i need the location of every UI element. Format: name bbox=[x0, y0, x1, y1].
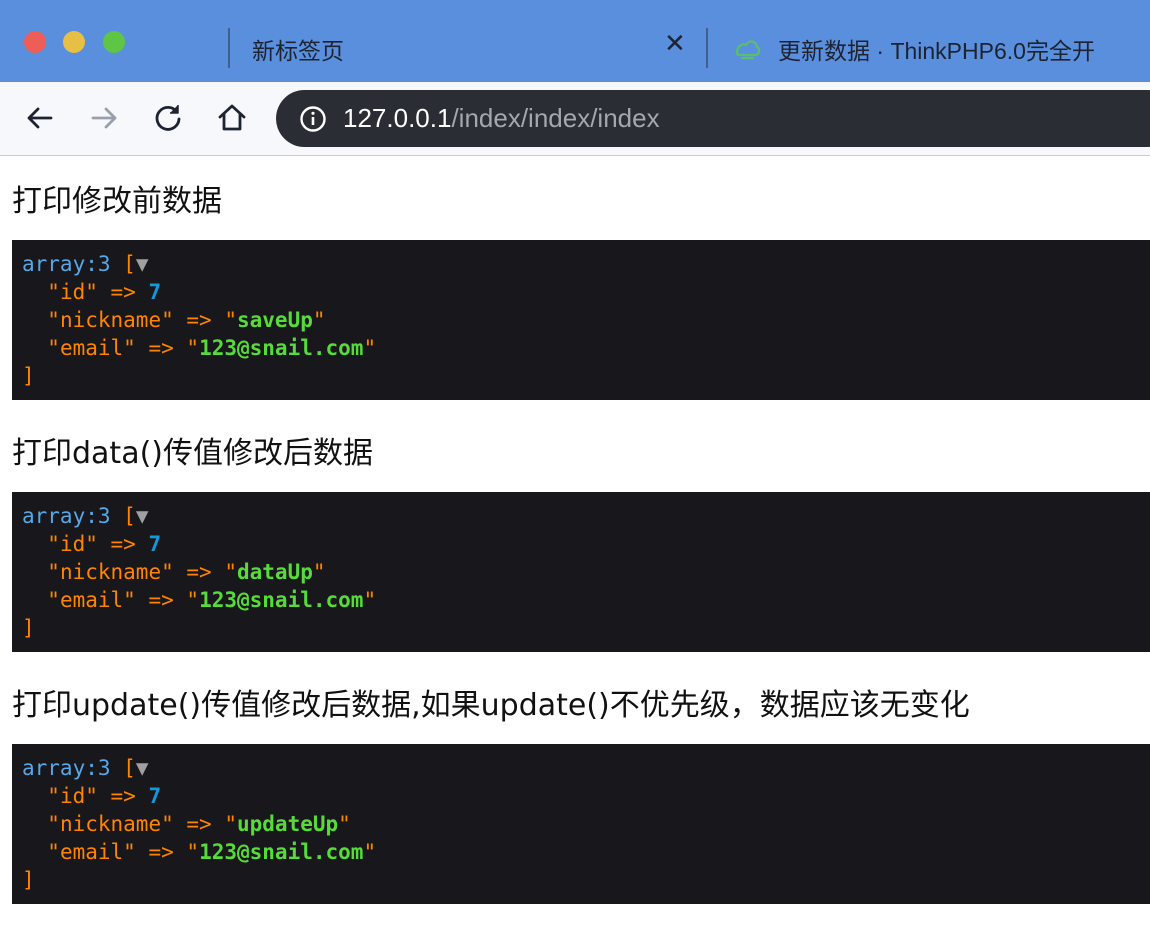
dump-value: 123@snail.com bbox=[199, 336, 364, 360]
tab-favicon bbox=[733, 35, 761, 66]
var-dump-block: array:3 [▼ "id" => 7 "nickname" => "save… bbox=[12, 240, 1150, 400]
dump-value: 7 bbox=[148, 280, 162, 304]
window-close-button[interactable] bbox=[24, 31, 46, 53]
dump-key: "id" bbox=[47, 532, 98, 556]
url-text: 127.0.0.1/index/index/index bbox=[343, 103, 660, 134]
dump-quote: " bbox=[186, 336, 200, 360]
url-host: 127.0.0.1 bbox=[343, 103, 452, 133]
home-icon bbox=[214, 100, 250, 136]
dump-quote: " bbox=[363, 588, 377, 612]
dump-key: "id" bbox=[47, 784, 98, 808]
dump-quote: " bbox=[312, 308, 326, 332]
forward-arrow-icon bbox=[86, 100, 122, 136]
dump-value: 123@snail.com bbox=[199, 588, 364, 612]
url-path: /index/index/index bbox=[451, 103, 660, 133]
tab-separator bbox=[228, 28, 230, 68]
address-bar[interactable]: 127.0.0.1/index/index/index bbox=[276, 90, 1150, 147]
tab-strip: 新标签页 ✕ 更新数据 · ThinkPHP6.0完全开 bbox=[0, 0, 1150, 82]
dump-quote: " bbox=[312, 560, 326, 584]
dump-arrow: => bbox=[148, 336, 174, 360]
dump-key: "email" bbox=[47, 588, 136, 612]
dump-type: array:3 bbox=[22, 252, 111, 276]
dump-arrow: => bbox=[186, 812, 212, 836]
dump-arrow: => bbox=[110, 280, 136, 304]
dump-toggle-icon[interactable]: ▼ bbox=[136, 756, 149, 780]
dump-key: "email" bbox=[47, 840, 136, 864]
dump-arrow: => bbox=[186, 560, 212, 584]
dump-quote: " bbox=[363, 336, 377, 360]
dump-quote: " bbox=[338, 812, 351, 836]
dump-value: 7 bbox=[148, 532, 162, 556]
dump-toggle-icon[interactable]: ▼ bbox=[136, 252, 149, 276]
tab-separator bbox=[706, 28, 708, 68]
dump-quote: " bbox=[224, 308, 237, 332]
reload-icon bbox=[150, 100, 186, 136]
dump-value: updateUp bbox=[237, 812, 339, 836]
section-heading: 打印data()传值修改后数据 bbox=[12, 436, 373, 471]
dump-arrow: => bbox=[148, 840, 174, 864]
back-button[interactable] bbox=[22, 100, 58, 136]
dump-type: array:3 bbox=[22, 504, 111, 528]
tab-close-icon[interactable]: ✕ bbox=[664, 30, 686, 56]
dump-value: 123@snail.com bbox=[199, 840, 364, 864]
section-heading: 打印修改前数据 bbox=[12, 184, 222, 219]
var-dump-block: array:3 [▼ "id" => 7 "nickname" => "upda… bbox=[12, 744, 1150, 904]
dump-quote: " bbox=[224, 812, 237, 836]
back-arrow-icon bbox=[22, 100, 58, 136]
dump-arrow: => bbox=[186, 308, 212, 332]
forward-button[interactable] bbox=[86, 100, 122, 136]
dump-value: 7 bbox=[148, 784, 162, 808]
tab-new-tab-title[interactable]: 新标签页 bbox=[252, 32, 344, 66]
window-minimize-button[interactable] bbox=[63, 31, 85, 53]
dump-close-bracket: ] bbox=[22, 868, 35, 892]
tab-update-data-title[interactable]: 更新数据 · ThinkPHP6.0完全开 bbox=[778, 32, 1095, 66]
window-zoom-button[interactable] bbox=[103, 31, 125, 53]
reload-button[interactable] bbox=[150, 100, 186, 136]
dump-value: dataUp bbox=[237, 560, 313, 584]
section-heading: 打印update()传值修改后数据,如果update()不优先级，数据应该无变化 bbox=[12, 688, 970, 723]
home-button[interactable] bbox=[214, 100, 250, 136]
dump-open-bracket: [ bbox=[123, 252, 136, 276]
dump-arrow: => bbox=[110, 784, 136, 808]
dump-close-bracket: ] bbox=[22, 364, 35, 388]
dump-key: "email" bbox=[47, 336, 136, 360]
dump-quote: " bbox=[186, 840, 200, 864]
dump-toggle-icon[interactable]: ▼ bbox=[136, 504, 149, 528]
dump-value: saveUp bbox=[237, 308, 313, 332]
dump-key: "nickname" bbox=[47, 308, 174, 332]
dump-key: "id" bbox=[47, 280, 98, 304]
dump-open-bracket: [ bbox=[123, 756, 136, 780]
dump-close-bracket: ] bbox=[22, 616, 35, 640]
info-icon[interactable] bbox=[299, 105, 327, 138]
browser-toolbar: 127.0.0.1/index/index/index bbox=[0, 82, 1150, 156]
dump-open-bracket: [ bbox=[123, 504, 136, 528]
dump-quote: " bbox=[224, 560, 237, 584]
dump-quote: " bbox=[186, 588, 200, 612]
dump-arrow: => bbox=[148, 588, 174, 612]
dump-key: "nickname" bbox=[47, 812, 174, 836]
dump-quote: " bbox=[363, 840, 377, 864]
dump-key: "nickname" bbox=[47, 560, 174, 584]
var-dump-block: array:3 [▼ "id" => 7 "nickname" => "data… bbox=[12, 492, 1150, 652]
dump-arrow: => bbox=[110, 532, 136, 556]
dump-type: array:3 bbox=[22, 756, 111, 780]
